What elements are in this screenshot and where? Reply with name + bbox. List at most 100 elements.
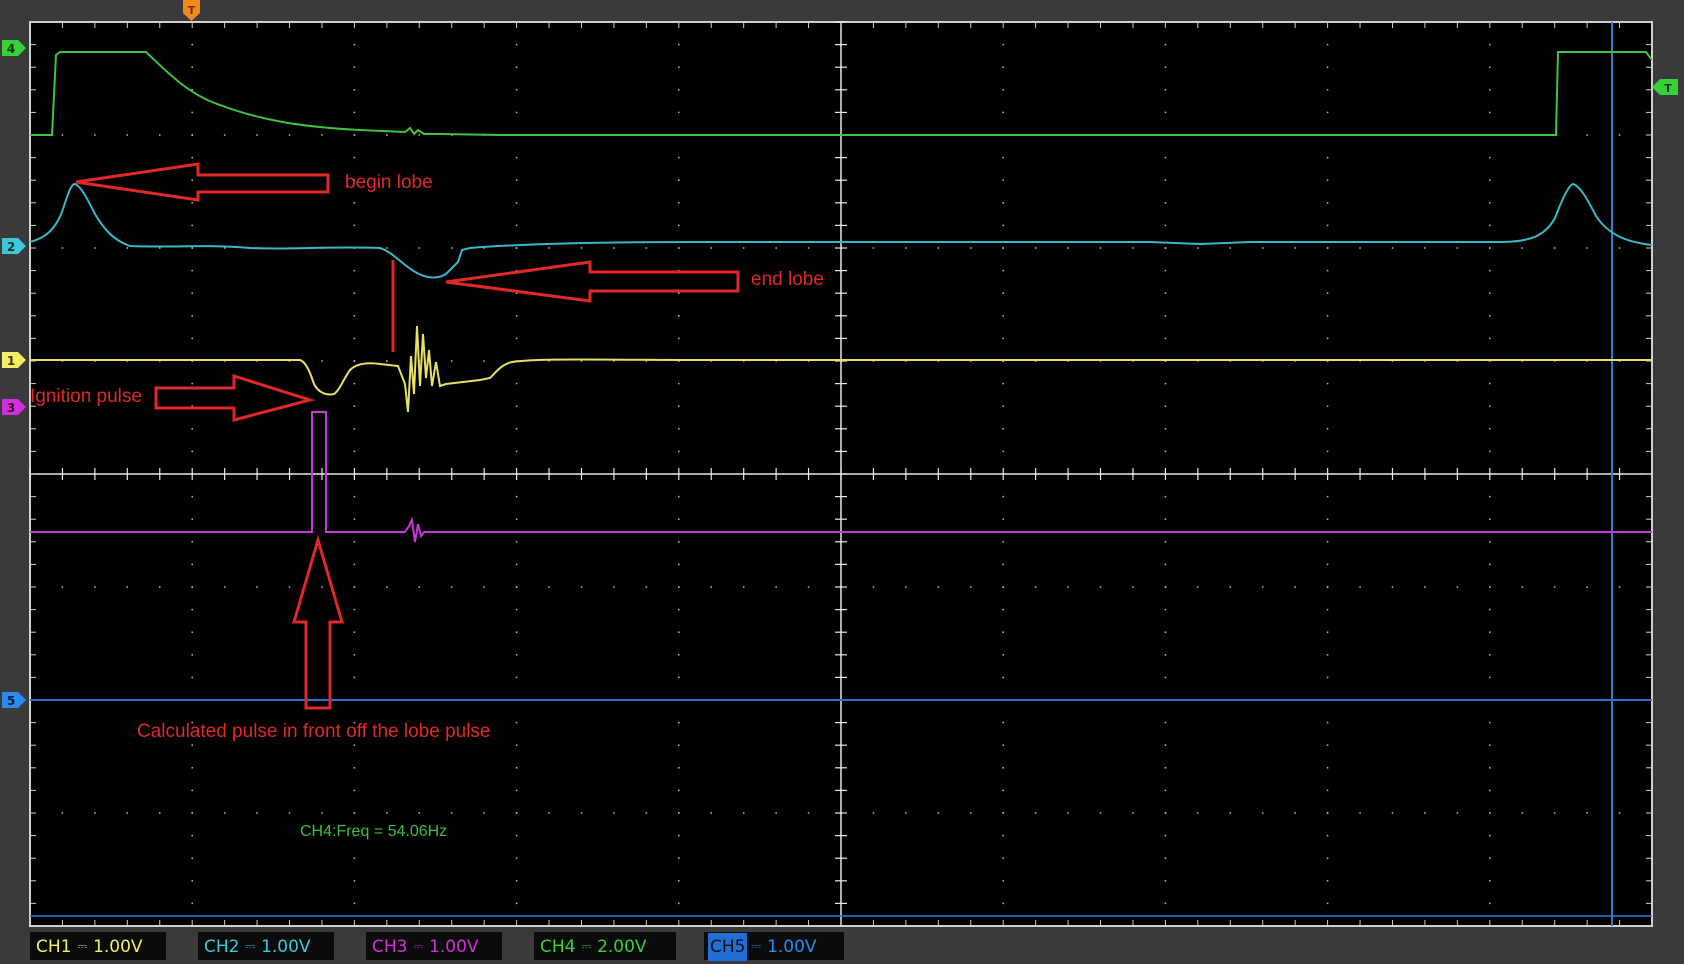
trigger-level-label: T xyxy=(1664,82,1672,95)
ch4-ground-marker[interactable]: 4 xyxy=(2,40,26,56)
grid-dot xyxy=(678,179,680,181)
grid-dot xyxy=(353,450,356,453)
grid-dot xyxy=(1326,202,1329,204)
grid-dot xyxy=(1034,812,1037,814)
grid-dot xyxy=(353,315,356,317)
grid-dot xyxy=(223,134,226,136)
grid-dot xyxy=(515,89,518,91)
grid-dot xyxy=(515,428,518,430)
grid-dot xyxy=(223,586,226,588)
grid-dot xyxy=(1002,676,1004,679)
grid-dot xyxy=(678,89,680,91)
grid-dot xyxy=(678,744,680,746)
grid-dot xyxy=(418,134,421,136)
grid-dot xyxy=(678,563,680,566)
grid-dot xyxy=(353,902,356,905)
grid-dot xyxy=(1489,337,1491,340)
grid-dot xyxy=(191,111,193,114)
grid-dot xyxy=(1164,315,1167,317)
grid-dot xyxy=(1489,315,1491,317)
grid-dot xyxy=(515,43,518,46)
grid-dot xyxy=(1002,269,1004,272)
grid-dot xyxy=(288,812,291,814)
ch2-ground-marker[interactable]: 2 xyxy=(2,238,26,254)
grid-dot xyxy=(1489,156,1491,159)
grid-dot xyxy=(515,721,518,724)
grid-dot xyxy=(1489,292,1491,294)
grid-dot xyxy=(353,134,356,136)
ch1-status[interactable]: CH1 ⎓ 1.00V xyxy=(30,932,166,960)
grid-dot xyxy=(515,337,518,340)
grid-dot xyxy=(613,586,615,588)
grid-dot xyxy=(321,812,323,814)
grid-dot xyxy=(353,89,356,91)
grid-dot xyxy=(483,586,485,588)
grid-dot xyxy=(678,43,680,46)
trigger-position-label: T xyxy=(188,4,196,17)
grid-dot xyxy=(1164,721,1167,724)
ch3-ground-marker[interactable]: 3 xyxy=(2,399,26,415)
grid-dot xyxy=(1359,586,1361,588)
grid-dot xyxy=(678,880,680,882)
grid-dot xyxy=(710,247,712,249)
grid-dot xyxy=(1002,428,1004,430)
grid-dot xyxy=(1326,812,1329,814)
ch5-status[interactable]: CH5 ⎓ 1.00V xyxy=(704,932,844,961)
grid-dot xyxy=(515,224,518,227)
grid-dot xyxy=(321,134,323,136)
grid-dot xyxy=(191,134,193,136)
grid-dot xyxy=(1326,247,1329,249)
grid-dot xyxy=(159,586,161,588)
grid-dot xyxy=(1489,224,1491,227)
grid-dot xyxy=(191,676,193,679)
grid-dot xyxy=(1132,586,1134,588)
grid-dot xyxy=(1002,608,1004,611)
end-lobe-label: end lobe xyxy=(751,269,824,290)
grid-dot xyxy=(1326,156,1329,159)
grid-dot xyxy=(678,337,680,340)
grid-dot xyxy=(386,360,388,362)
grid-dot xyxy=(515,315,518,317)
ch1-ground-marker[interactable]: 1 xyxy=(2,352,26,368)
grid-dot xyxy=(1002,337,1004,340)
grid-dot xyxy=(580,586,583,588)
grid-dot xyxy=(548,247,550,249)
ch3-status[interactable]: CH3 ⎓ 1.00V xyxy=(366,932,502,960)
grid-dot xyxy=(1326,721,1329,724)
grid-dot xyxy=(1326,857,1329,859)
grid-dot xyxy=(1521,586,1523,588)
grid-dot xyxy=(515,608,518,611)
grid-dot xyxy=(742,812,745,814)
ch2-status[interactable]: CH2 ⎓ 1.00V xyxy=(198,932,334,960)
ch4-name: CH4 xyxy=(540,937,576,957)
channel-status-bar: CH1 ⎓ 1.00V CH2 ⎓ 1.00V CH3 ⎓ 1.00V CH4 ⎓ 2.00V … xyxy=(30,932,1660,961)
grid-dot xyxy=(61,247,64,249)
grid-dot xyxy=(1521,247,1523,249)
trigger-level-marker[interactable]: T xyxy=(1652,79,1678,95)
grid-dot xyxy=(1164,156,1167,159)
grid-dot xyxy=(1002,315,1004,317)
ch4-status[interactable]: CH4 ⎓ 2.00V xyxy=(534,932,676,960)
grid-dot xyxy=(515,744,518,746)
grid-dot xyxy=(1326,43,1329,46)
grid-dot xyxy=(1618,247,1621,249)
grid-dot xyxy=(872,812,875,814)
grid-dot xyxy=(937,247,940,249)
grid-dot xyxy=(678,541,680,543)
grid-dot xyxy=(1326,586,1329,588)
grid-dot xyxy=(450,360,453,362)
ch5-ground-marker[interactable]: 5 xyxy=(2,692,26,708)
grid-dot xyxy=(61,812,64,814)
grid-dot xyxy=(353,654,356,656)
grid-dot xyxy=(1326,676,1329,679)
grid-dot xyxy=(1586,134,1588,136)
grid-dot xyxy=(515,179,518,181)
grid-dot xyxy=(1164,812,1167,814)
trigger-position-marker[interactable]: T xyxy=(183,0,200,21)
grid-dot xyxy=(742,586,745,588)
grid-dot xyxy=(288,586,291,588)
grid-dot xyxy=(450,812,453,814)
grid-dot xyxy=(386,247,388,249)
grid-dot xyxy=(515,586,518,588)
grid-dot xyxy=(1489,767,1491,769)
